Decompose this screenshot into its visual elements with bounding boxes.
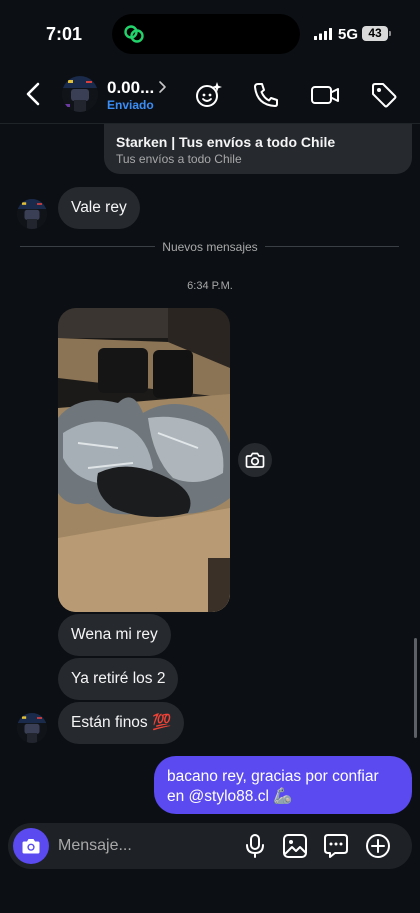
tag-icon[interactable]: [369, 80, 399, 110]
shared-link-card[interactable]: Starken | Tus envíos a todo Chile Tus en…: [104, 124, 412, 174]
photo-image: [58, 308, 230, 612]
scrollbar[interactable]: [414, 638, 417, 738]
message-bubble-received[interactable]: Están finos 💯: [58, 702, 185, 744]
camera-icon: [22, 839, 40, 854]
dynamic-island: [112, 14, 300, 54]
video-icon[interactable]: [310, 80, 340, 110]
message-timestamp: 6:34 P.M.: [187, 280, 233, 292]
message-bubble-sent[interactable]: bacano rey, gracias por confiar en @styl…: [154, 756, 412, 814]
message-input[interactable]: [58, 829, 228, 863]
back-chevron-icon[interactable]: [20, 78, 48, 110]
message-composer: [8, 823, 412, 869]
message-bubble-received[interactable]: Vale rey: [58, 187, 140, 229]
sender-avatar[interactable]: [17, 713, 47, 743]
sender-avatar[interactable]: [17, 199, 47, 229]
contact-name[interactable]: 0.00...: [107, 78, 154, 98]
chat-header: 0.00... Enviado: [0, 64, 420, 124]
battery-icon: 43: [362, 26, 388, 41]
effects-icon[interactable]: [194, 80, 224, 110]
shared-link-title: Starken | Tus envíos a todo Chile: [116, 134, 336, 150]
phone-link-icon: [124, 25, 144, 43]
status-bar: 7:01 5G 43: [0, 0, 420, 64]
microphone-icon[interactable]: [242, 833, 268, 859]
sticker-icon[interactable]: [323, 833, 349, 859]
battery-tip: [389, 31, 391, 36]
signal-icon: [314, 28, 332, 40]
network-type: 5G: [338, 26, 359, 43]
gallery-icon[interactable]: [282, 833, 308, 859]
chevron-right-icon[interactable]: [157, 80, 167, 94]
avatar-image-icon: [17, 713, 47, 743]
phone-icon[interactable]: [251, 80, 281, 110]
message-bubble-received[interactable]: Ya retiré los 2: [58, 658, 179, 700]
avatar-image-icon: [17, 199, 47, 229]
save-photo-button[interactable]: [238, 443, 272, 477]
shared-link-subtitle: Tus envíos a todo Chile: [116, 152, 242, 166]
contact-status: Enviado: [107, 98, 154, 112]
avatar-image-icon: [62, 76, 98, 112]
plus-icon[interactable]: [365, 833, 391, 859]
camera-button[interactable]: [13, 828, 49, 864]
contact-avatar[interactable]: [62, 76, 98, 112]
status-time: 7:01: [46, 24, 83, 44]
message-bubble-received[interactable]: Wena mi rey: [58, 614, 171, 656]
message-photo[interactable]: [58, 308, 230, 612]
camera-icon: [245, 452, 265, 468]
new-messages-divider: Nuevos mensajes: [162, 240, 258, 254]
